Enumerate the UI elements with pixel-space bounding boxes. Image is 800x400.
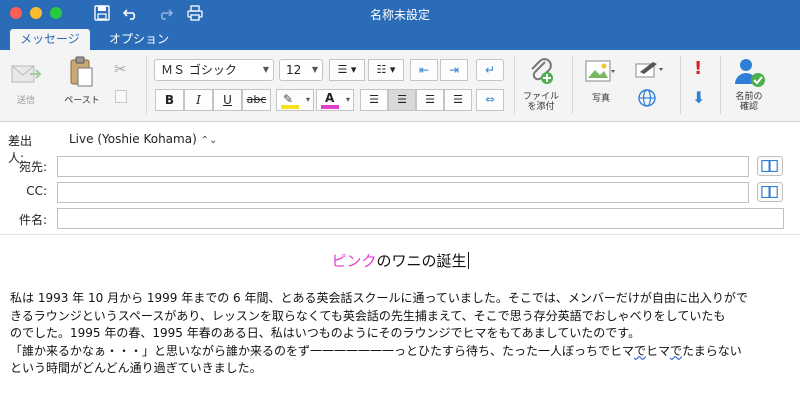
from-account-value: Live (Yoshie Kohama) [69, 132, 197, 146]
to-field[interactable] [57, 156, 749, 177]
title-bar: 名称未設定 [0, 0, 800, 26]
italic-button[interactable]: I [184, 89, 213, 111]
cc-field[interactable] [57, 182, 749, 203]
low-priority-icon[interactable]: ⬇ [692, 88, 705, 107]
check-names-label-1[interactable]: 名前の [728, 92, 770, 102]
to-label: 宛先: [18, 160, 47, 174]
bold-button[interactable]: B [155, 89, 184, 111]
ribbon-tab-row: メッセージ オプション [0, 26, 800, 50]
picture-icon [585, 60, 615, 82]
chevron-down-icon: ▼ [311, 65, 318, 74]
spelling-flag: で [634, 343, 647, 358]
chevron-down-icon: ▼ [262, 65, 269, 74]
title-rest-text: のワニの誕生 [376, 252, 467, 270]
signature-icon[interactable] [635, 60, 665, 80]
font-name-select[interactable]: ＭＳ ゴシック ▼ [154, 59, 274, 81]
address-book-icon [761, 186, 778, 198]
font-color-swatch [321, 105, 339, 109]
attach-file-label-1[interactable]: ファイル [518, 92, 564, 102]
align-right-button[interactable]: ☰ [416, 89, 444, 111]
body-line: きるラウンジというスペースがあり、レッスンを取らなくても英会話の先生捕まえて、そ… [10, 308, 726, 323]
font-name-value: ＭＳ ゴシック [161, 63, 237, 77]
highlight-color-button[interactable]: ✎ ▾ [276, 89, 314, 111]
underline-button[interactable]: U [213, 89, 242, 111]
high-priority-icon[interactable]: ! [694, 58, 702, 79]
picture-button[interactable]: 写真 [584, 94, 618, 104]
send-icon [11, 65, 42, 83]
body-line: 私は 1993 年 10 月から 1999 年までの 6 年間、とある英会話スク… [10, 291, 748, 305]
cut-icon[interactable]: ✂ [114, 60, 127, 78]
header-divider [0, 234, 800, 235]
paste-icon [70, 56, 93, 87]
paste-button[interactable]: ペースト [62, 96, 102, 106]
message-header: 差出人: Live (Yoshie Kohama) ⌃⌄ 宛先: CC: 件名: [0, 123, 800, 233]
window-title: 名称未設定 [369, 8, 430, 22]
tab-message[interactable]: メッセージ [10, 29, 90, 50]
cc-label: CC: [26, 184, 47, 198]
highlight-swatch [281, 105, 299, 109]
numbering-button[interactable]: ☷ ▾ [368, 59, 404, 81]
decrease-indent-button[interactable]: ⇤ [410, 59, 438, 81]
subject-label: 件名: [18, 213, 47, 227]
font-color-button[interactable]: A ▾ [316, 89, 354, 111]
title-pink-text: ピンク [331, 252, 377, 270]
align-left-button[interactable]: ☰ [360, 89, 388, 111]
to-address-book-button[interactable] [757, 156, 783, 176]
text-direction-button[interactable]: ↵ [476, 59, 504, 81]
globe-link-icon[interactable] [637, 88, 657, 108]
attach-file-icon [531, 58, 553, 84]
tab-options[interactable]: オプション [99, 29, 179, 50]
text-caret [467, 252, 469, 269]
address-book-icon [761, 160, 778, 172]
font-size-select[interactable]: 12 ▼ [279, 59, 323, 81]
bullets-button[interactable]: ☰ ▾ [329, 59, 365, 81]
check-names-icon [735, 59, 765, 87]
copy-icon[interactable] [115, 90, 127, 103]
message-body[interactable]: 私は 1993 年 10 月から 1999 年までの 6 年間、とある英会話スク… [10, 290, 795, 378]
attach-file-label-2[interactable]: を添付 [518, 102, 564, 112]
strikethrough-button[interactable]: abc [242, 89, 271, 111]
body-line: という時間がどんどん通り過ぎていきました。 [10, 361, 262, 375]
increase-indent-button[interactable]: ⇥ [440, 59, 468, 81]
justify-button[interactable]: ☰ [444, 89, 472, 111]
message-title[interactable]: ピンクのワニの誕生 [0, 250, 800, 271]
subject-field[interactable] [57, 208, 784, 229]
from-account-select[interactable]: Live (Yoshie Kohama) ⌃⌄ [69, 132, 217, 146]
spelling-flag: で [670, 343, 683, 358]
distribute-button[interactable]: ⇔ [476, 89, 504, 111]
align-center-button[interactable]: ☰ [388, 89, 416, 111]
body-line: のでした。1995 年の春、1995 年春のある日、私はいつものようにそのラウン… [10, 326, 641, 340]
send-button[interactable]: 送信 [8, 96, 44, 106]
font-size-value: 12 [286, 63, 302, 77]
body-line: 「誰か来るかなぁ・・・」と思いながら誰か来るのをず一一一一一一一っとひたすら待ち… [10, 343, 742, 358]
cc-address-book-button[interactable] [757, 182, 783, 202]
check-names-label-2[interactable]: 確認 [728, 102, 770, 112]
ribbon: 送信 ペースト ✂ ＭＳ ゴシック ▼ 12 ▼ ☰ ▾ ☷ ▾ ⇤ ⇥ ↵ B… [0, 50, 800, 122]
chevron-updown-icon: ⌃⌄ [200, 135, 218, 146]
